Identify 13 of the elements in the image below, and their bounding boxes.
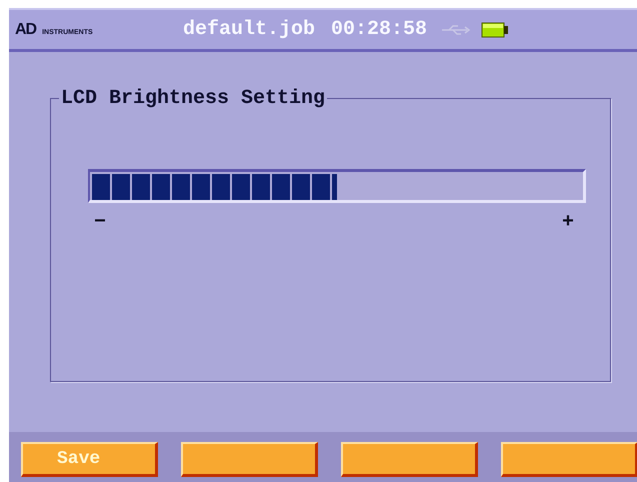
plus-label: +	[562, 211, 574, 234]
group-title: LCD Brightness Setting	[59, 87, 328, 110]
minus-label: −	[94, 211, 106, 234]
usb-icon	[441, 22, 472, 36]
soft-key-button[interactable]: Save	[21, 442, 158, 477]
soft-key-button[interactable]	[181, 442, 318, 477]
clock-time: 00:28:58	[331, 18, 428, 41]
brand-logo: AD	[15, 20, 36, 38]
battery-icon	[481, 20, 510, 38]
brightness-bar[interactable]	[88, 169, 586, 203]
soft-key-button[interactable]	[341, 442, 478, 477]
file-name: default.job	[183, 18, 316, 41]
soft-key-button[interactable]	[501, 442, 637, 477]
